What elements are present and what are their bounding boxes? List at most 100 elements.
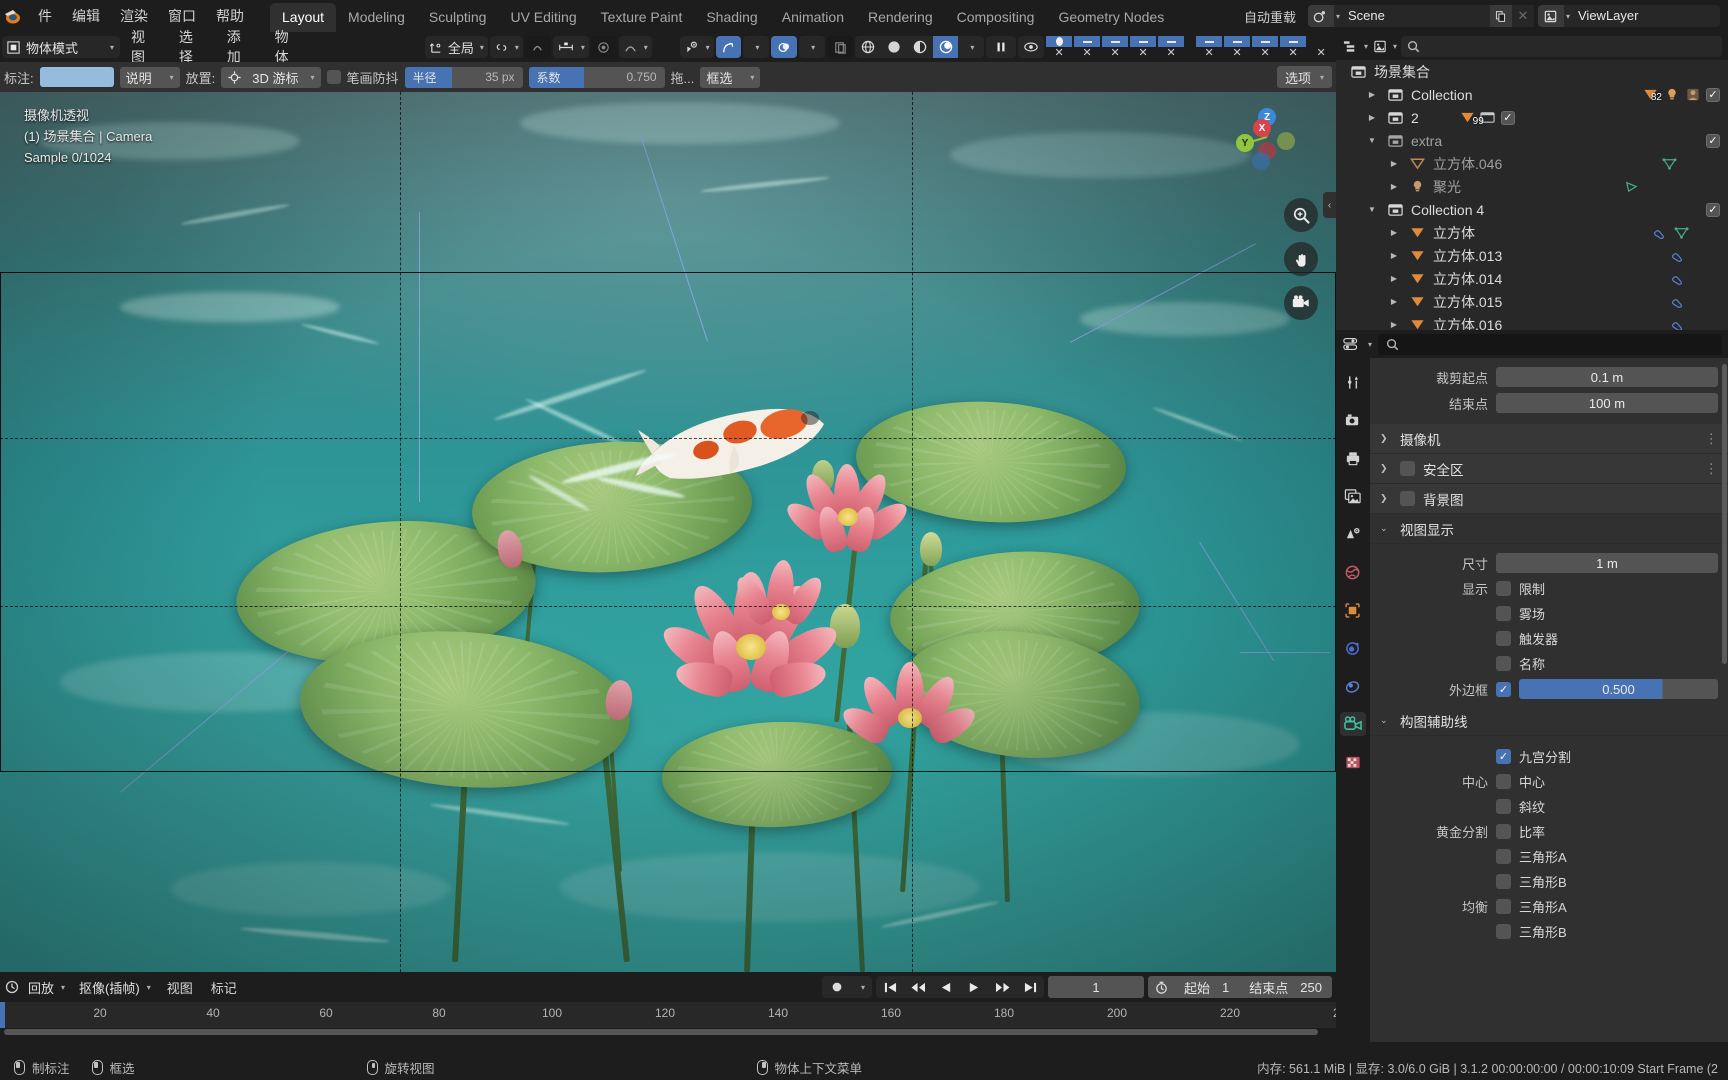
outliner-tree[interactable]: 场景集合 ▶ Collection 82 ✓ ▶ 2 99 ✓ ▼ extra … — [1336, 60, 1728, 330]
expand-arrow-icon[interactable]: ▶ — [1386, 182, 1402, 191]
menu-edit[interactable]: 编辑 — [62, 3, 110, 29]
background-images-checkbox[interactable] — [1400, 491, 1415, 506]
tab-modeling[interactable]: Modeling — [336, 3, 417, 32]
placement-selector[interactable]: 3D 游标 ▾ — [221, 66, 321, 88]
xray-toggle[interactable] — [827, 36, 853, 58]
clip-end-field[interactable]: 100 m — [1496, 393, 1718, 413]
snap-cell-0[interactable]: ✕ — [1046, 36, 1073, 59]
outliner-filter-view-layer[interactable]: ▾ — [1372, 39, 1397, 54]
panel-safe-areas[interactable]: ❯ 安全区 ⋮ — [1370, 454, 1728, 484]
expand-arrow-icon[interactable]: ▶ — [1386, 274, 1402, 283]
golden-triangle-b-checkbox[interactable] — [1496, 874, 1511, 889]
jump-start-button[interactable] — [876, 976, 904, 998]
expand-arrow-icon[interactable]: ▶ — [1386, 159, 1402, 168]
falloff-curve-selector[interactable]: ▾ — [618, 36, 652, 58]
visibility-selector[interactable]: ▾ — [679, 36, 714, 58]
passepartout-alpha-field[interactable]: 0.500 — [1519, 679, 1718, 699]
blender-logo-icon[interactable] — [2, 5, 24, 27]
scene-tab[interactable] — [1340, 522, 1366, 546]
snap-cell-6[interactable]: ✕ — [1224, 36, 1251, 59]
navigation-gizmo[interactable]: Z X Y — [1236, 106, 1298, 170]
panel-viewport-display[interactable]: ⌄ 视图显示 — [1370, 514, 1728, 544]
tab-geometry-nodes[interactable]: Geometry Nodes — [1046, 3, 1176, 32]
snap-cell-4[interactable]: ✕ — [1158, 36, 1185, 59]
mesh-data-icon[interactable] — [1661, 156, 1678, 171]
play-button[interactable] — [960, 976, 988, 998]
world-tab[interactable] — [1340, 560, 1366, 584]
gizmo-axis-y[interactable]: Y — [1236, 134, 1254, 152]
show-name-checkbox[interactable] — [1496, 656, 1511, 671]
next-keyframe-button[interactable] — [988, 976, 1016, 998]
annotate-color-swatch[interactable] — [39, 67, 114, 87]
properties-panel-body[interactable]: 裁剪起点 0.1 m 结束点 100 m ❯ 摄像机 ⋮ ❯ 安全区 ⋮ ❯ 背… — [1370, 358, 1728, 1042]
harmony-triangle-b-checkbox[interactable] — [1496, 924, 1511, 939]
constraints-tab[interactable] — [1340, 674, 1366, 698]
timeline-playhead[interactable] — [0, 1002, 5, 1028]
golden-triangle-a-checkbox[interactable] — [1496, 849, 1511, 864]
gizmo-axis-neg-y[interactable] — [1277, 132, 1295, 150]
show-mist-checkbox[interactable] — [1496, 606, 1511, 621]
outliner-row-extra[interactable]: ▼ extra ✓ — [1336, 129, 1728, 152]
outliner-visibility-checkbox[interactable]: ✓ — [1500, 110, 1515, 125]
auto-keying-group[interactable]: ▾ — [822, 976, 873, 998]
harmony-triangle-a-checkbox[interactable] — [1496, 899, 1511, 914]
mesh-data-icon[interactable] — [1673, 225, 1690, 240]
show-limits-checkbox[interactable] — [1496, 581, 1511, 596]
properties-scrollbar[interactable] — [1722, 364, 1727, 664]
expand-arrow-icon[interactable]: ▶ — [1364, 113, 1380, 122]
timeline-editor-type-icon[interactable] — [4, 979, 20, 995]
gizmo-axis-neg-z[interactable] — [1252, 152, 1270, 170]
timeline-menu-view[interactable]: 视图 — [159, 975, 201, 1000]
safe-areas-checkbox[interactable] — [1400, 461, 1415, 476]
overlays-toggle[interactable] — [771, 36, 798, 58]
snap-cell-2[interactable]: ✕ — [1102, 36, 1129, 59]
object-tab[interactable] — [1340, 598, 1366, 622]
snap-increment-selector[interactable]: ▾ — [552, 36, 589, 58]
snap-cell-3[interactable]: ✕ — [1130, 36, 1157, 59]
gizmo-axis-x[interactable]: X — [1253, 119, 1271, 137]
view-layer-tab[interactable] — [1340, 484, 1366, 508]
center-diagonal-checkbox[interactable] — [1496, 799, 1511, 814]
texture-tab[interactable] — [1340, 750, 1366, 774]
prev-keyframe-button[interactable] — [904, 976, 932, 998]
object-data-camera-tab[interactable] — [1340, 712, 1366, 736]
snap-cell-8[interactable]: ✕ — [1280, 36, 1307, 59]
panel-composition-guides[interactable]: ⌄ 构图辅助线 — [1370, 706, 1728, 736]
light-data-icon[interactable] — [1623, 179, 1640, 194]
physics-tab[interactable] — [1340, 636, 1366, 660]
box-select-selector[interactable]: 框选 ▾ — [700, 66, 761, 88]
snap-toggle[interactable]: ▾ — [489, 36, 523, 58]
factor-slider[interactable]: 系数 0.750 — [528, 66, 665, 88]
tab-rendering[interactable]: Rendering — [856, 3, 945, 32]
snap-cell-9[interactable]: ✕ — [1308, 36, 1334, 59]
unlink-scene-button[interactable]: ✕ — [1511, 5, 1534, 27]
mesh-triangle-icon[interactable]: 99 — [1459, 110, 1484, 127]
center-checkbox[interactable] — [1496, 774, 1511, 789]
modifier-icon[interactable] — [1669, 271, 1686, 286]
expand-arrow-icon[interactable]: ▶ — [1386, 297, 1402, 306]
outliner-visibility-checkbox[interactable]: ✓ — [1706, 202, 1720, 217]
shading-rendered-button[interactable] — [932, 36, 959, 58]
modifier-icon[interactable] — [1669, 294, 1686, 309]
viewlayer-selector[interactable]: ▾ ViewLayer — [1537, 5, 1720, 27]
outliner-visibility-checkbox[interactable]: ✓ — [1706, 87, 1720, 102]
tab-animation[interactable]: Animation — [770, 3, 856, 32]
panel-background-images[interactable]: ❯ 背景图 — [1370, 484, 1728, 514]
outliner-display-mode[interactable]: ▾ — [1342, 39, 1368, 54]
outliner-row-cube-016[interactable]: ▶ 立方体.016 — [1336, 313, 1728, 330]
timeline-menu-keying[interactable]: 抠像(插帧) ▾ — [73, 975, 157, 1000]
snapping-state-strip[interactable]: ✕ ✕ ✕ ✕ ✕ ✕ ✕ ✕ ✕ ✕ — [1046, 36, 1334, 59]
render-tab[interactable] — [1340, 408, 1366, 432]
panel-camera[interactable]: ❯ 摄像机 ⋮ — [1370, 424, 1728, 454]
outliner-row-cube-014[interactable]: ▶ 立方体.014 — [1336, 267, 1728, 290]
snap-cell-1[interactable]: ✕ — [1074, 36, 1101, 59]
play-reverse-button[interactable] — [932, 976, 960, 998]
frame-range-group[interactable]: 起始 1 结束点 250 — [1148, 976, 1332, 998]
outliner-row-scene-collection[interactable]: 场景集合 — [1336, 60, 1728, 83]
use-preview-range-icon[interactable] — [1148, 980, 1174, 995]
display-size-field[interactable]: 1 m — [1496, 553, 1718, 573]
annotation-layer-selector[interactable]: 说明 ▾ — [119, 66, 180, 88]
passepartout-checkbox[interactable]: ✓ — [1496, 681, 1511, 697]
stabilize-stroke-checkbox[interactable] — [326, 70, 341, 84]
gizmo-options-dropdown[interactable]: ▾ — [743, 36, 770, 58]
